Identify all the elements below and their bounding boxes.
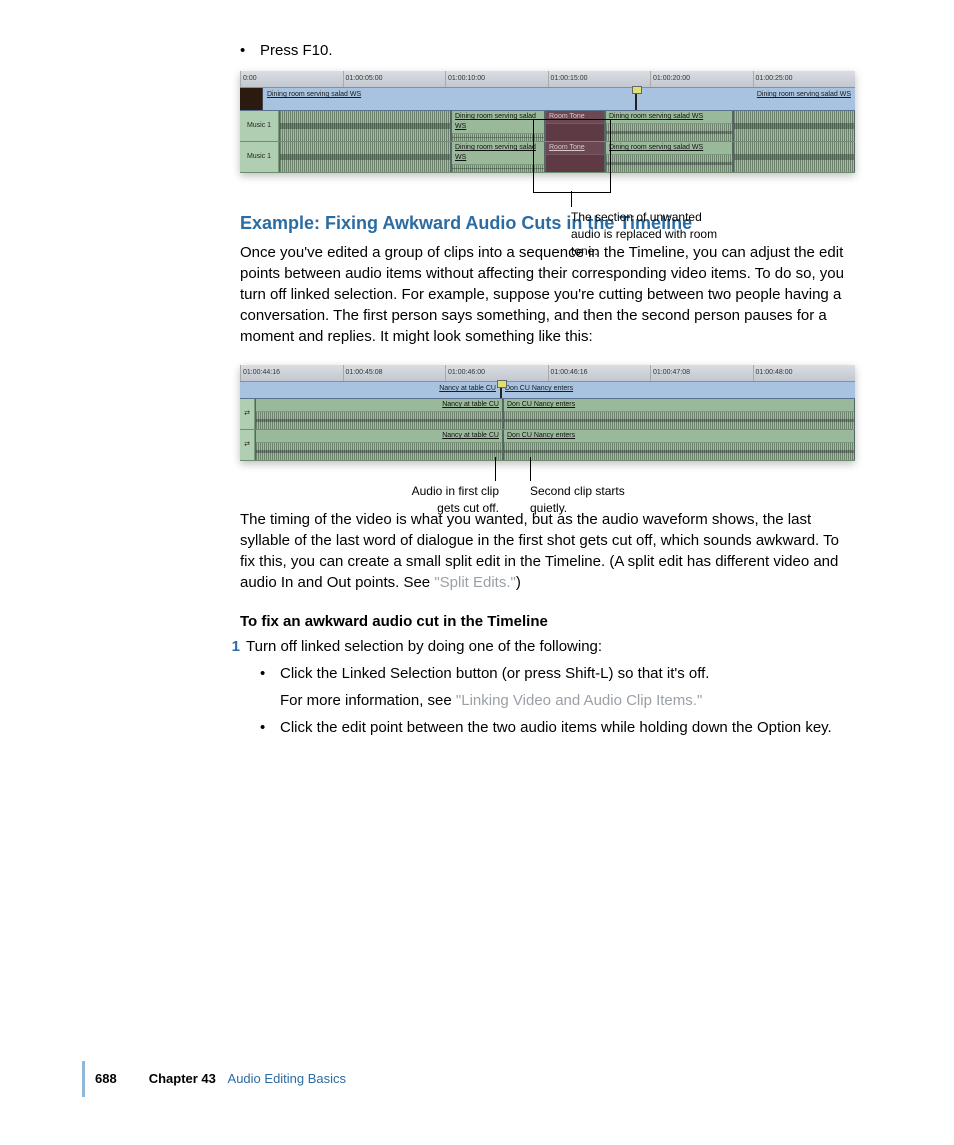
ruler-tick: 01:00:44:16 — [240, 365, 343, 381]
ruler-tick: 01:00:45:08 — [343, 365, 446, 381]
audio-clip-label: Don CU Nancy enters — [504, 430, 854, 443]
ruler-tick: 01:00:10:00 — [445, 71, 548, 87]
audio-clip-label: Dining room serving salad WS — [606, 142, 732, 155]
video-thumbnail — [240, 88, 263, 110]
bullet-marker: • — [260, 663, 280, 684]
callout-box — [533, 119, 611, 193]
sub-bullet-text: Click the edit point between the two aud… — [280, 717, 832, 738]
ruler-tick: 01:00:46:16 — [548, 365, 651, 381]
video-clip-label: Nancy at table CU — [435, 382, 500, 398]
page-footer: 688 Chapter 43 Audio Editing Basics — [0, 1061, 954, 1097]
section-heading: Example: Fixing Awkward Audio Cuts in th… — [240, 211, 869, 236]
paragraph-text: ) — [516, 574, 521, 591]
ruler-tick: 01:00:48:00 — [753, 365, 856, 381]
paragraph: Once you've edited a group of clips into… — [240, 242, 855, 347]
sub-info: For more information, see "Linking Video… — [280, 690, 869, 711]
audio-clip-label: Don CU Nancy enters — [504, 399, 854, 412]
callout-line — [530, 457, 531, 481]
ruler-tick: 0:00 — [240, 71, 343, 87]
bullet-item: • Press F10. — [240, 40, 869, 61]
sub-bullet-text: Click the Linked Selection button (or pr… — [280, 663, 709, 684]
track-lock-icon: ⇄ — [240, 399, 255, 429]
ruler-tick: 01:00:46:00 — [445, 365, 548, 381]
track-lock-icon: ⇄ — [240, 430, 255, 460]
timeline-ruler: 01:00:44:16 01:00:45:08 01:00:46:00 01:0… — [240, 365, 855, 382]
callout-text: The section of unwanted audio is replace… — [571, 209, 731, 259]
sub-info-text: For more information, see — [280, 692, 456, 709]
audio-clip-label: Nancy at table CU — [256, 399, 502, 412]
bullet-marker: • — [260, 717, 280, 738]
video-clip-label: Dining room serving salad WS — [263, 88, 365, 110]
sub-bullet: • Click the edit point between the two a… — [260, 717, 869, 738]
audio-track-2: ⇄ Nancy at table CU Don CU Nancy enters — [240, 430, 855, 461]
audio-clip-label: Dining room serving salad WS — [452, 142, 544, 165]
audio-clip-label: Dining room serving salad WS — [606, 111, 732, 124]
ruler-tick: 01:00:20:00 — [650, 71, 753, 87]
ruler-tick: 01:00:15:00 — [548, 71, 651, 87]
paragraph: The timing of the video is what you want… — [240, 509, 855, 593]
chapter-info: Chapter 43 Audio Editing Basics — [149, 1070, 346, 1088]
callout-text: Audio in first clip gets cut off. — [395, 483, 499, 517]
procedure-heading: To fix an awkward audio cut in the Timel… — [240, 611, 869, 632]
audio-track-1: ⇄ Nancy at table CU Don CU Nancy enters — [240, 399, 855, 430]
callout-text: Second clip starts quietly. — [530, 483, 630, 517]
sub-bullet: • Click the Linked Selection button (or … — [260, 663, 869, 684]
bullet-marker: • — [240, 40, 260, 61]
timeline-figure-2: 01:00:44:16 01:00:45:08 01:00:46:00 01:0… — [240, 365, 855, 461]
video-track: Nancy at table CU Don CU Nancy enters — [240, 382, 855, 399]
chapter-label: Chapter 43 — [149, 1071, 216, 1086]
callout-line — [571, 191, 572, 207]
video-clip-label: Dining room serving salad WS — [753, 88, 855, 110]
track-header: Music 1 — [240, 142, 279, 172]
callout-line — [495, 457, 496, 481]
page-number: 688 — [95, 1070, 117, 1088]
ruler-tick: 01:00:25:00 — [753, 71, 856, 87]
link-split-edits[interactable]: "Split Edits." — [434, 574, 516, 591]
ruler-tick: 01:00:47:08 — [650, 365, 753, 381]
timeline-ruler: 0:00 01:00:05:00 01:00:10:00 01:00:15:00… — [240, 71, 855, 88]
track-header: Music 1 — [240, 111, 279, 141]
audio-clip-label: Dining room serving salad WS — [452, 111, 544, 134]
step-number: 1 — [220, 636, 246, 657]
step-text: Turn off linked selection by doing one o… — [246, 636, 602, 657]
video-track: Dining room serving salad WS Dining room… — [240, 88, 855, 111]
link-linking-clips[interactable]: "Linking Video and Audio Clip Items." — [456, 692, 702, 709]
bullet-text: Press F10. — [260, 40, 333, 61]
chapter-title: Audio Editing Basics — [228, 1071, 347, 1086]
paragraph-text: The timing of the video is what you want… — [240, 511, 839, 591]
ruler-tick: 01:00:05:00 — [343, 71, 446, 87]
video-clip-label: Don CU Nancy enters — [501, 382, 577, 398]
step-1: 1 Turn off linked selection by doing one… — [220, 636, 869, 657]
audio-clip-label: Nancy at table CU — [256, 430, 502, 443]
